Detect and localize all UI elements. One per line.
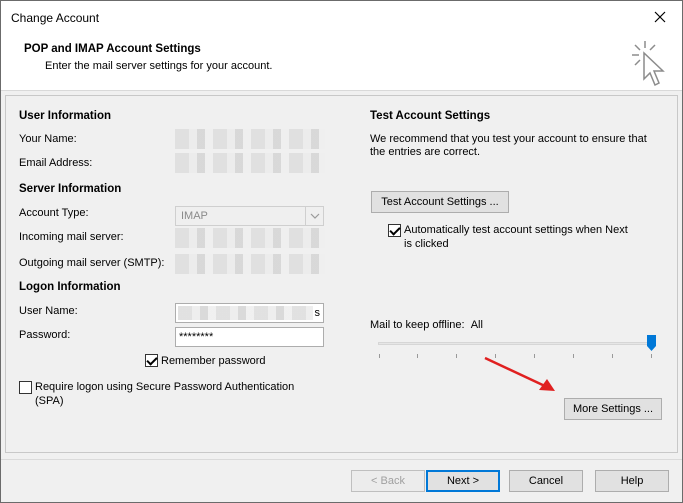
remember-password-label: Remember password — [161, 355, 266, 367]
slider-tick — [612, 354, 613, 358]
slider-tick — [651, 354, 652, 358]
more-settings-button[interactable]: More Settings ... — [564, 398, 662, 420]
close-icon — [654, 11, 666, 23]
slider-tick — [379, 354, 380, 358]
spa-label-line2: (SPA) — [35, 395, 64, 407]
email-address-input[interactable] — [175, 153, 325, 173]
title-bar: Change Account — [1, 1, 682, 35]
auto-test-label-line2: is clicked — [404, 238, 449, 250]
chevron-down-icon — [305, 207, 323, 225]
back-button[interactable]: < Back — [351, 470, 425, 492]
your-name-input[interactable] — [175, 129, 325, 149]
test-account-heading: Test Account Settings — [370, 110, 491, 122]
account-type-label: Account Type: — [19, 207, 89, 219]
change-account-dialog: Change Account POP and IMAP Account Sett… — [0, 0, 683, 503]
logon-information-heading: Logon Information — [19, 281, 121, 293]
cancel-button[interactable]: Cancel — [509, 470, 583, 492]
test-description-line2: the entries are correct. — [370, 146, 481, 158]
remember-password-checkbox[interactable] — [145, 354, 158, 367]
test-account-settings-button[interactable]: Test Account Settings ... — [371, 191, 509, 213]
cursor-click-icon — [632, 41, 665, 87]
annotation-arrow-icon — [484, 356, 555, 391]
slider-tick — [573, 354, 574, 358]
slider-tick — [456, 354, 457, 358]
incoming-server-label: Incoming mail server: — [19, 231, 124, 243]
footer-divider — [1, 459, 682, 460]
test-description-line1: We recommend that you test your account … — [370, 133, 647, 145]
user-name-label: User Name: — [19, 305, 78, 317]
page-title: POP and IMAP Account Settings — [24, 43, 201, 55]
user-name-redacted — [178, 306, 313, 320]
email-address-label: Email Address: — [19, 157, 93, 169]
server-information-heading: Server Information — [19, 183, 122, 195]
header-panel: POP and IMAP Account Settings Enter the … — [1, 35, 682, 91]
mail-offline-value: All — [470, 319, 483, 331]
offline-slider-thumb[interactable] — [647, 335, 656, 351]
auto-test-label-line1: Automatically test account settings when… — [404, 224, 628, 236]
offline-slider-track[interactable] — [378, 342, 652, 345]
help-button[interactable]: Help — [595, 470, 669, 492]
account-type-select: IMAP — [175, 206, 324, 226]
outgoing-server-label: Outgoing mail server (SMTP): — [19, 257, 165, 269]
user-name-tail: s — [314, 307, 321, 319]
outgoing-server-input[interactable] — [175, 254, 325, 274]
next-button[interactable]: Next > — [426, 470, 500, 492]
window-title: Change Account — [11, 11, 100, 25]
user-name-input[interactable]: s — [175, 303, 324, 323]
spa-label-line1: Require logon using Secure Password Auth… — [35, 381, 295, 393]
slider-tick — [417, 354, 418, 358]
account-type-value: IMAP — [181, 210, 208, 222]
incoming-server-input[interactable] — [175, 228, 325, 248]
auto-test-checkbox[interactable] — [388, 224, 401, 237]
your-name-label: Your Name: — [19, 133, 77, 145]
user-information-heading: User Information — [19, 110, 112, 122]
password-input[interactable]: ******** — [175, 327, 324, 347]
mail-offline-text: Mail to keep offline: — [370, 319, 465, 331]
mail-offline-label: Mail to keep offline: All — [370, 319, 483, 331]
spa-checkbox[interactable] — [19, 381, 32, 394]
close-button[interactable] — [638, 1, 682, 33]
password-label: Password: — [19, 329, 71, 341]
page-subtitle: Enter the mail server settings for your … — [45, 60, 273, 72]
